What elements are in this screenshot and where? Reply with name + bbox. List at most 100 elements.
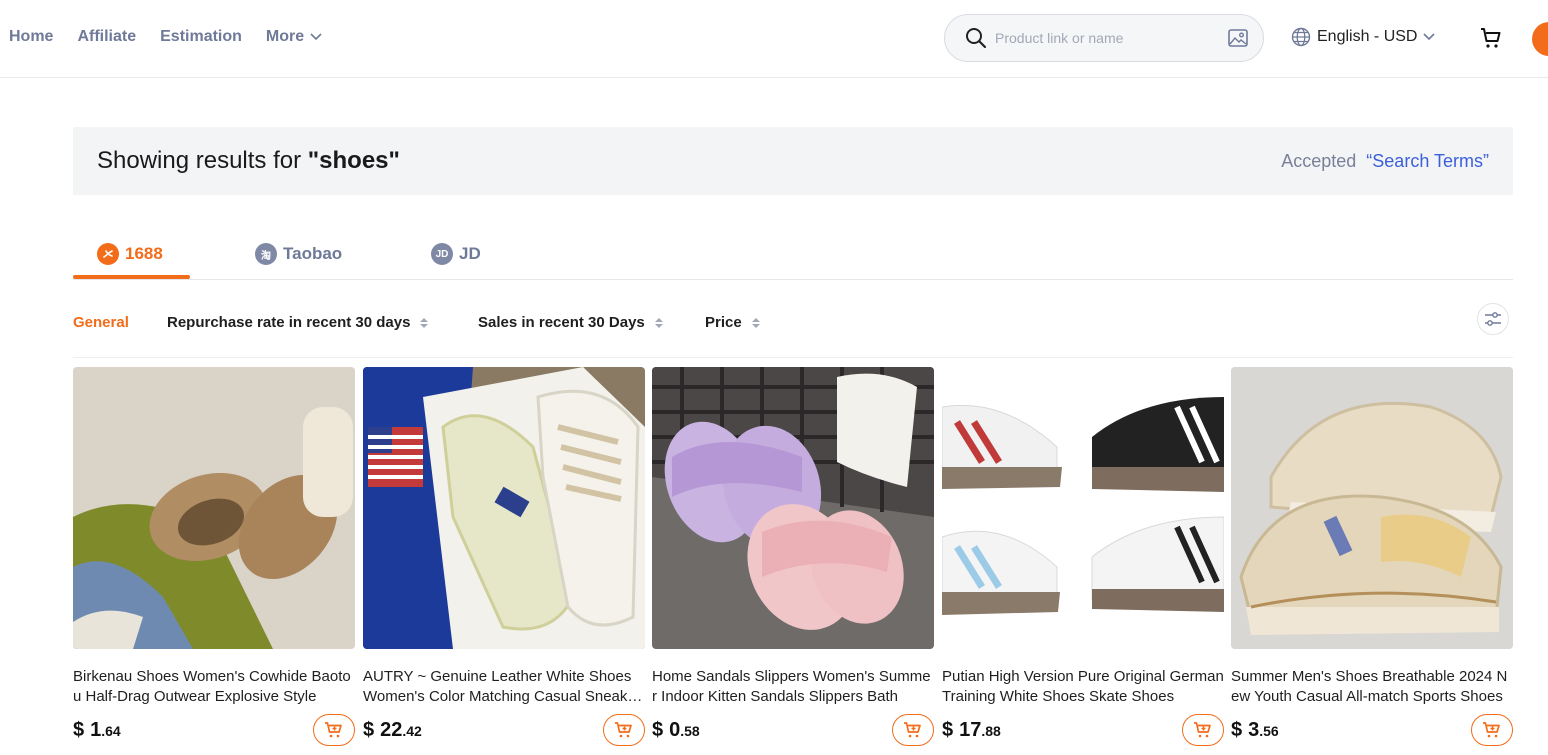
- top-header: Home Affiliate Estimation More English -…: [0, 0, 1548, 78]
- image-search-icon[interactable]: [1227, 27, 1249, 49]
- price-currency: $: [73, 718, 85, 741]
- add-to-cart-button[interactable]: [1182, 714, 1224, 746]
- price-decimal: .64: [101, 722, 121, 739]
- search-terms-link[interactable]: “Search Terms”: [1366, 151, 1489, 171]
- language-label: English - USD: [1317, 28, 1418, 45]
- results-banner: Showing results for "shoes" Accepted “Sea…: [73, 127, 1513, 195]
- tab-label: Taobao: [283, 244, 343, 263]
- price-integer: 3: [1248, 718, 1260, 741]
- product-card[interactable]: Putian High Version Pure Original German…: [942, 367, 1224, 746]
- nav-estimation[interactable]: Estimation: [160, 28, 242, 46]
- price-currency: $: [652, 718, 664, 741]
- nav-more-label: More: [265, 28, 305, 45]
- search-input[interactable]: [995, 30, 1227, 46]
- product-price: $22.42: [363, 719, 422, 742]
- avatar[interactable]: [1532, 22, 1548, 56]
- price-row: $0.58: [652, 714, 934, 746]
- globe-icon: [1291, 27, 1311, 47]
- price-decimal: .58: [680, 722, 700, 739]
- nav-affiliate[interactable]: Affiliate: [77, 28, 136, 46]
- results-heading: Showing results for "shoes": [97, 147, 400, 175]
- sort-repurchase[interactable]: Repurchase rate in recent 30 days: [167, 314, 429, 331]
- 1688-icon: [97, 243, 119, 265]
- accepted-terms: Accepted “Search Terms”: [1281, 151, 1489, 172]
- product-price: $0.58: [652, 719, 700, 742]
- sort-label: General: [73, 314, 129, 331]
- nav-more[interactable]: More: [266, 28, 322, 46]
- sort-arrows-icon: [420, 317, 429, 328]
- add-to-cart-button[interactable]: [313, 714, 355, 746]
- add-to-cart-button[interactable]: [603, 714, 645, 746]
- product-image[interactable]: [652, 367, 934, 649]
- product-price: $1.64: [73, 719, 121, 742]
- sort-price[interactable]: Price: [705, 314, 760, 331]
- product-price: $17.88: [942, 719, 1001, 742]
- taobao-icon: 淘: [255, 243, 277, 265]
- language-currency-selector[interactable]: English - USD: [1291, 27, 1436, 47]
- product-image[interactable]: [363, 367, 645, 649]
- sort-bar: General Repurchase rate in recent 30 day…: [73, 298, 1513, 358]
- sort-arrows-icon: [751, 317, 760, 328]
- sliders-icon: [1485, 312, 1501, 326]
- main-nav: Home Affiliate Estimation More: [9, 28, 322, 46]
- price-row: $22.42: [363, 714, 645, 746]
- product-price: $3.56: [1231, 719, 1279, 742]
- filter-button[interactable]: [1477, 303, 1509, 335]
- search-icon[interactable]: [965, 27, 987, 49]
- price-currency: $: [942, 718, 954, 741]
- product-card[interactable]: Birkenau Shoes Women's Cowhide Baotou Ha…: [73, 367, 355, 746]
- accepted-label: Accepted: [1281, 150, 1357, 171]
- active-tab-indicator: [73, 275, 190, 279]
- product-title[interactable]: AUTRY ~ Genuine Leather White Shoes Wome…: [363, 667, 645, 707]
- chevron-down-icon: [310, 33, 322, 41]
- product-title[interactable]: Putian High Version Pure Original German…: [942, 667, 1224, 707]
- product-card[interactable]: Summer Men's Shoes Breathable 2024 New Y…: [1231, 367, 1513, 746]
- sort-label: Price: [705, 314, 742, 331]
- price-currency: $: [1231, 718, 1243, 741]
- product-card[interactable]: Home Sandals Slippers Women's Summer Ind…: [652, 367, 934, 746]
- add-cart-icon: [1194, 722, 1211, 738]
- price-row: $3.56: [1231, 714, 1513, 746]
- price-integer: 1: [90, 718, 102, 741]
- price-integer: 0: [669, 718, 681, 741]
- tab-label: 1688: [125, 244, 163, 263]
- price-row: $1.64: [73, 714, 355, 746]
- tab-label: JD: [459, 244, 481, 263]
- price-decimal: .88: [981, 722, 1001, 739]
- sort-arrows-icon: [654, 317, 663, 328]
- price-decimal: .42: [402, 722, 422, 739]
- product-card[interactable]: AUTRY ~ Genuine Leather White Shoes Wome…: [363, 367, 645, 746]
- product-title[interactable]: Birkenau Shoes Women's Cowhide Baotou Ha…: [73, 667, 355, 707]
- product-image[interactable]: [942, 367, 1224, 649]
- nav-home[interactable]: Home: [9, 28, 53, 46]
- price-integer: 22: [380, 718, 403, 741]
- add-to-cart-button[interactable]: [1471, 714, 1513, 746]
- search-query: "shoes": [307, 147, 400, 174]
- product-title[interactable]: Home Sandals Slippers Women's Summer Ind…: [652, 667, 934, 707]
- tab-taobao[interactable]: 淘 Taobao: [255, 236, 342, 272]
- add-to-cart-button[interactable]: [892, 714, 934, 746]
- sort-label: Sales in recent 30 Days: [478, 314, 645, 331]
- search-box: [944, 14, 1264, 62]
- price-integer: 17: [959, 718, 982, 741]
- product-image[interactable]: [73, 367, 355, 649]
- product-image[interactable]: [1231, 367, 1513, 649]
- results-prefix: Showing results for: [97, 147, 308, 174]
- jd-icon: JD: [431, 243, 453, 265]
- price-row: $17.88: [942, 714, 1224, 746]
- platform-tabs: 1688 淘 Taobao JD JD: [73, 228, 1513, 280]
- sort-general[interactable]: General: [73, 314, 129, 331]
- sort-sales[interactable]: Sales in recent 30 Days: [478, 314, 663, 331]
- add-cart-icon: [904, 722, 921, 738]
- add-cart-icon: [1483, 722, 1500, 738]
- product-title[interactable]: Summer Men's Shoes Breathable 2024 New Y…: [1231, 667, 1513, 707]
- sort-label: Repurchase rate in recent 30 days: [167, 314, 411, 331]
- cart-icon[interactable]: [1479, 26, 1503, 50]
- tab-jd[interactable]: JD JD: [431, 236, 481, 272]
- add-cart-icon: [325, 722, 342, 738]
- chevron-down-icon: [1423, 33, 1436, 41]
- price-currency: $: [363, 718, 375, 741]
- add-cart-icon: [615, 722, 632, 738]
- price-decimal: .56: [1259, 722, 1279, 739]
- tab-1688[interactable]: 1688: [97, 236, 163, 272]
